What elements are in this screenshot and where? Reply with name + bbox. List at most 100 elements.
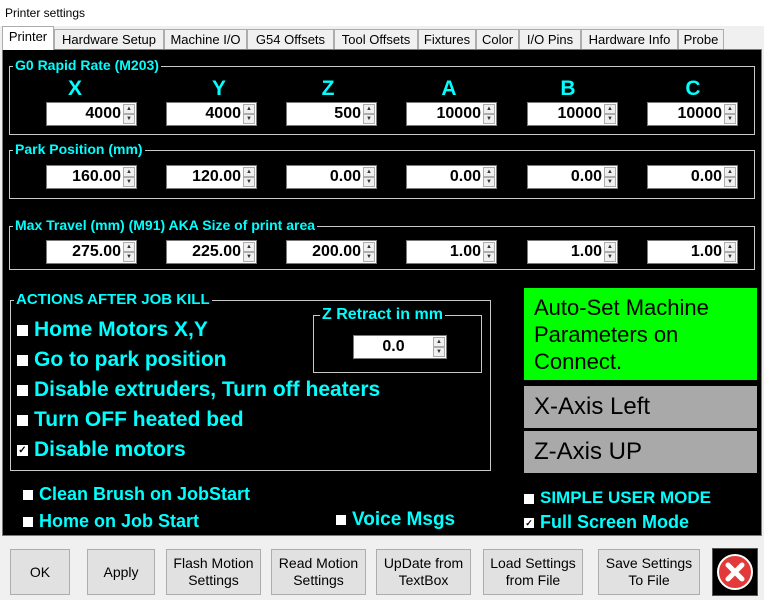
checkbox-box[interactable] xyxy=(17,384,28,396)
voice-msgs-checkbox[interactable]: Voice Msgs xyxy=(336,509,455,531)
spin-up-arrow-icon[interactable]: ▲ xyxy=(604,104,616,114)
spin-up-arrow-icon[interactable]: ▲ xyxy=(123,104,135,114)
checkbox-box[interactable] xyxy=(336,514,346,525)
travel-c-input[interactable]: 1.00 ▲ ▼ xyxy=(647,240,738,264)
spin-down-arrow-icon[interactable]: ▼ xyxy=(363,252,375,262)
spin-up-arrow-icon[interactable]: ▲ xyxy=(724,167,736,177)
spin-up-arrow-icon[interactable]: ▲ xyxy=(724,104,736,114)
spin-up-arrow-icon[interactable]: ▲ xyxy=(363,167,375,177)
rapid-a-input[interactable]: 10000 ▲ ▼ xyxy=(406,102,497,126)
spin-down-arrow-icon[interactable]: ▼ xyxy=(123,177,135,187)
rapid-y-input[interactable]: 4000 ▲ ▼ xyxy=(166,102,257,126)
apply-button[interactable]: Apply xyxy=(87,549,155,595)
load-settings-button[interactable]: Load Settings from File xyxy=(483,549,583,595)
tab-machine-io[interactable]: Machine I/O xyxy=(164,29,247,50)
spin-down-arrow-icon[interactable]: ▼ xyxy=(123,114,135,124)
flash-motion-settings-button[interactable]: Flash Motion Settings xyxy=(166,549,261,595)
spin-down-arrow-icon[interactable]: ▼ xyxy=(604,252,616,262)
spin-up-arrow-icon[interactable]: ▲ xyxy=(363,104,375,114)
tab-io-pins[interactable]: I/O Pins xyxy=(519,29,581,50)
spin-up-arrow-icon[interactable]: ▲ xyxy=(123,242,135,252)
spin-down-arrow-icon[interactable]: ▼ xyxy=(483,114,495,124)
checkbox-box[interactable] xyxy=(17,414,28,426)
tab-tool-offsets[interactable]: Tool Offsets xyxy=(334,29,418,50)
tab-fixtures[interactable]: Fixtures xyxy=(418,29,476,50)
close-button[interactable] xyxy=(712,548,758,596)
spin-down-arrow-icon[interactable]: ▼ xyxy=(724,114,736,124)
disable-extruders-checkbox[interactable]: Disable extruders, Turn off heaters xyxy=(17,377,380,403)
spin-up-arrow-icon[interactable]: ▲ xyxy=(433,337,445,347)
update-from-textbox-button[interactable]: UpDate from TextBox xyxy=(376,549,471,595)
full-screen-mode-checkbox[interactable]: ✓ Full Screen Mode xyxy=(524,511,689,533)
spin-up-arrow-icon[interactable]: ▲ xyxy=(363,242,375,252)
x-axis-left-button[interactable]: X-Axis Left xyxy=(524,386,757,428)
tab-printer[interactable]: Printer xyxy=(2,26,54,50)
read-motion-settings-button[interactable]: Read Motion Settings xyxy=(271,549,366,595)
spin-down-arrow-icon[interactable]: ▼ xyxy=(483,177,495,187)
park-y-input[interactable]: 120.00 ▲ ▼ xyxy=(166,165,257,189)
rapid-x-input[interactable]: 4000 ▲ ▼ xyxy=(46,102,137,126)
checkbox-box[interactable] xyxy=(17,354,28,366)
travel-a-input[interactable]: 1.00 ▲ ▼ xyxy=(406,240,497,264)
spin-down-arrow-icon[interactable]: ▼ xyxy=(604,177,616,187)
disable-motors-checkbox[interactable]: ✓ Disable motors xyxy=(17,437,186,463)
z-axis-up-button[interactable]: Z-Axis UP xyxy=(524,431,757,473)
spin-up-arrow-icon[interactable]: ▲ xyxy=(483,104,495,114)
travel-b-input[interactable]: 1.00 ▲ ▼ xyxy=(527,240,618,264)
spin-down-arrow-icon[interactable]: ▼ xyxy=(123,252,135,262)
travel-y-input[interactable]: 225.00 ▲ ▼ xyxy=(166,240,257,264)
travel-z-input[interactable]: 200.00 ▲ ▼ xyxy=(286,240,377,264)
checkbox-box[interactable] xyxy=(23,490,33,501)
home-on-start-checkbox[interactable]: Home on Job Start xyxy=(23,510,199,532)
tab-hardware-setup[interactable]: Hardware Setup xyxy=(54,29,164,50)
checkbox-box[interactable] xyxy=(23,517,33,528)
park-c-input[interactable]: 0.00 ▲ ▼ xyxy=(647,165,738,189)
save-settings-button[interactable]: Save Settings To File xyxy=(598,549,700,595)
spin-down-arrow-icon[interactable]: ▼ xyxy=(243,114,255,124)
spin-down-arrow-icon[interactable]: ▼ xyxy=(724,252,736,262)
spin-up-arrow-icon[interactable]: ▲ xyxy=(604,167,616,177)
z-retract-input[interactable]: 0.0 ▲ ▼ xyxy=(353,335,447,359)
park-b-input[interactable]: 0.00 ▲ ▼ xyxy=(527,165,618,189)
tab-hardware-info[interactable]: Hardware Info xyxy=(581,29,678,50)
spin-down-arrow-icon[interactable]: ▼ xyxy=(724,177,736,187)
clean-brush-checkbox[interactable]: Clean Brush on JobStart xyxy=(23,483,250,505)
checkbox-box[interactable] xyxy=(524,493,534,504)
spin-down-arrow-icon[interactable]: ▼ xyxy=(243,177,255,187)
park-a-input[interactable]: 0.00 ▲ ▼ xyxy=(406,165,497,189)
spin-up-arrow-icon[interactable]: ▲ xyxy=(243,242,255,252)
spin-up-arrow-icon[interactable]: ▲ xyxy=(604,242,616,252)
spin-up-arrow-icon[interactable]: ▲ xyxy=(123,167,135,177)
simple-user-mode-checkbox[interactable]: SIMPLE USER MODE xyxy=(524,487,711,509)
spin-up-arrow-icon[interactable]: ▲ xyxy=(243,167,255,177)
spin-down-arrow-icon[interactable]: ▼ xyxy=(363,114,375,124)
tab-g54-offsets[interactable]: G54 Offsets xyxy=(247,29,334,50)
spin-up-arrow-icon[interactable]: ▲ xyxy=(724,242,736,252)
rapid-c-input[interactable]: 10000 ▲ ▼ xyxy=(647,102,738,126)
spin-down-arrow-icon[interactable]: ▼ xyxy=(433,347,445,357)
park-z-input[interactable]: 0.00 ▲ ▼ xyxy=(286,165,377,189)
turn-off-bed-checkbox[interactable]: Turn OFF heated bed xyxy=(17,407,244,433)
spin-down-arrow-icon[interactable]: ▼ xyxy=(243,252,255,262)
ok-button[interactable]: OK xyxy=(10,549,70,595)
rapid-z-input[interactable]: 500 ▲ ▼ xyxy=(286,102,377,126)
spin-up-arrow-icon[interactable]: ▲ xyxy=(243,104,255,114)
checkmark-icon[interactable]: ✓ xyxy=(524,518,534,529)
actions-after-job-kill-group: ACTIONS AFTER JOB KILL Home Motors X,Y G… xyxy=(10,291,491,471)
checkbox-box[interactable] xyxy=(17,324,28,336)
tab-color[interactable]: Color xyxy=(476,29,519,50)
axis-label-x: X xyxy=(67,77,82,100)
checkmark-icon[interactable]: ✓ xyxy=(17,444,28,456)
spin-up-arrow-icon[interactable]: ▲ xyxy=(483,242,495,252)
go-to-park-checkbox[interactable]: Go to park position xyxy=(17,347,227,373)
spin-down-arrow-icon[interactable]: ▼ xyxy=(483,252,495,262)
spin-down-arrow-icon[interactable]: ▼ xyxy=(363,177,375,187)
auto-set-parameters-button[interactable]: Auto-Set Machine Parameters on Connect. xyxy=(524,288,757,380)
rapid-b-input[interactable]: 10000 ▲ ▼ xyxy=(527,102,618,126)
spin-down-arrow-icon[interactable]: ▼ xyxy=(604,114,616,124)
spin-up-arrow-icon[interactable]: ▲ xyxy=(483,167,495,177)
travel-x-input[interactable]: 275.00 ▲ ▼ xyxy=(46,240,137,264)
home-motors-checkbox[interactable]: Home Motors X,Y xyxy=(17,317,208,343)
park-x-input[interactable]: 160.00 ▲ ▼ xyxy=(46,165,137,189)
tab-probe[interactable]: Probe xyxy=(678,29,724,50)
